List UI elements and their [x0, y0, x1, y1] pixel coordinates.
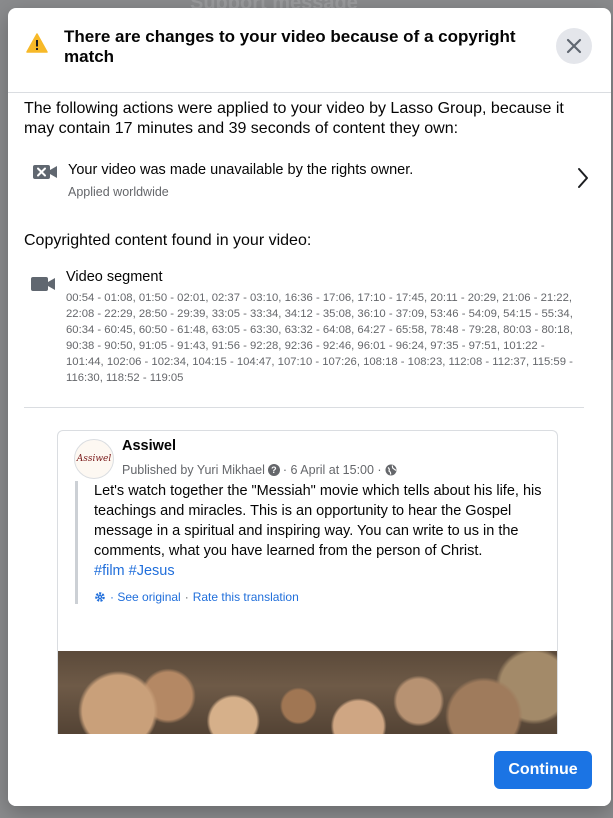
globe-icon — [385, 464, 397, 476]
dialog-title: There are changes to your video because … — [64, 27, 516, 66]
action-row-unavailable[interactable]: Your video was made unavailable by the r… — [24, 156, 594, 206]
help-icon[interactable]: ? — [267, 464, 280, 476]
action-title: Your video was made unavailable by the r… — [68, 162, 414, 178]
see-original-link[interactable]: · See original — [110, 590, 181, 604]
action-subtitle: Applied worldwide — [68, 185, 169, 199]
hashtag-jesus[interactable]: #Jesus — [129, 563, 175, 579]
post-preview: Assiwel Assiwel Published by Yuri Mikhae… — [57, 430, 558, 734]
copyright-dialog: There are changes to your video because … — [8, 8, 611, 806]
dialog-body: The following actions were applied to yo… — [8, 94, 611, 734]
continue-button[interactable]: Continue — [494, 751, 592, 789]
avatar-logo-text: Assiwel — [76, 454, 112, 464]
gear-icon — [95, 592, 105, 602]
hashtags: #film #Jesus — [94, 561, 545, 581]
post-meta: Published by Yuri Mikhael ? · 6 April at… — [122, 463, 397, 477]
hashtag-film[interactable]: #film — [94, 563, 125, 579]
video-off-icon — [33, 165, 57, 179]
avatar[interactable]: Assiwel — [74, 439, 114, 479]
separator: · — [184, 590, 189, 604]
post-body: Let's watch together the "Messiah" movie… — [75, 481, 545, 604]
post-author[interactable]: Assiwel — [122, 438, 176, 454]
post-text: Let's watch together the "Messiah" movie… — [94, 483, 542, 559]
video-thumbnail[interactable] — [58, 651, 557, 734]
translation-row: · See original · Rate this translation — [94, 590, 545, 604]
warning-icon — [26, 33, 48, 53]
close-button[interactable] — [556, 28, 592, 64]
dialog-footer: Continue — [8, 734, 611, 806]
post-date[interactable]: · 6 April at 15:00 · — [283, 463, 382, 477]
divider — [24, 407, 584, 408]
dialog-header: There are changes to your video because … — [8, 8, 611, 93]
segment-title: Video segment — [66, 269, 163, 285]
content-heading: Copyrighted content found in your video: — [24, 232, 312, 249]
published-by: Published by Yuri Mikhael — [122, 463, 265, 477]
video-camera-icon — [31, 277, 55, 291]
close-icon — [566, 38, 582, 54]
segment-timestamps: 00:54 - 01:08, 01:50 - 02:01, 02:37 - 03… — [66, 292, 573, 384]
chevron-right-icon — [578, 168, 588, 188]
intro-text: The following actions were applied to yo… — [24, 100, 564, 137]
rate-translation-link[interactable]: Rate this translation — [193, 590, 299, 604]
